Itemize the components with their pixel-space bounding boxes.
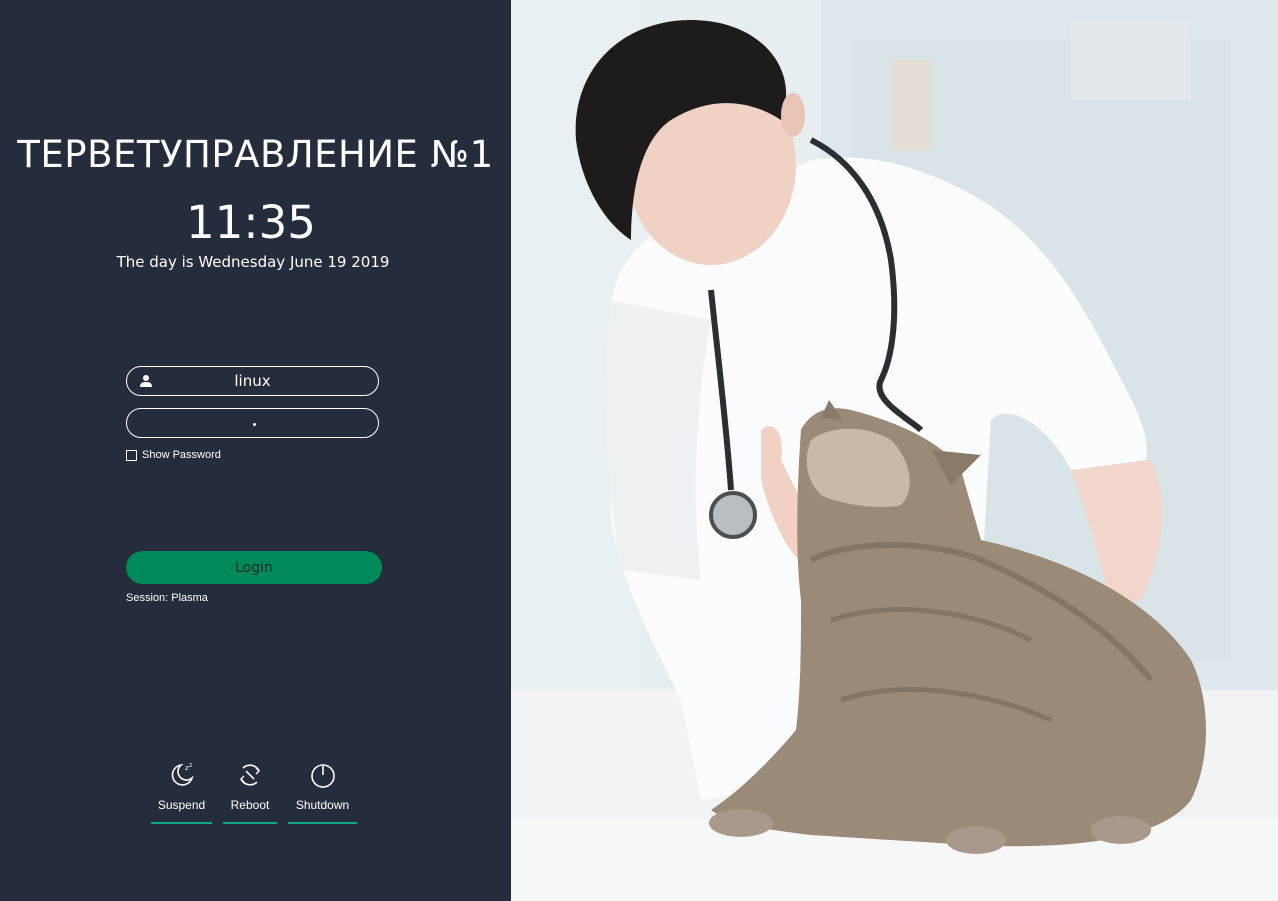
show-password-toggle[interactable]: Show Password (126, 449, 221, 461)
suspend-icon: z z (171, 762, 194, 786)
suspend-underline (151, 822, 212, 824)
show-password-label: Show Password (142, 449, 221, 461)
session-selector[interactable]: Session: Plasma (126, 592, 208, 604)
reboot-underline (223, 822, 277, 824)
svg-text:z: z (189, 762, 192, 769)
shutdown-label: Shutdown (295, 798, 350, 812)
shutdown-underline (288, 822, 357, 824)
organization-title: ТЕРВЕТУПРАВЛЕНИЕ №1 (17, 133, 494, 176)
password-input[interactable] (157, 409, 348, 437)
suspend-label: Suspend (157, 798, 206, 812)
background-photo (511, 0, 1278, 901)
date-line: The day is Wednesday June 19 2019 (116, 253, 390, 271)
password-field[interactable] (126, 408, 379, 438)
vet-with-cat-photo (511, 0, 1278, 901)
user-icon (140, 375, 152, 387)
reboot-label: Reboot (230, 798, 270, 812)
show-password-checkbox[interactable] (126, 449, 137, 461)
login-panel: ТЕРВЕТУПРАВЛЕНИЕ №1 11:35 The day is Wed… (0, 0, 511, 901)
clock-time: 11:35 (186, 196, 316, 249)
reboot-icon (240, 764, 260, 786)
shutdown-button[interactable]: Shutdown (288, 760, 357, 824)
suspend-button[interactable]: z z Suspend (151, 760, 212, 824)
power-icon (310, 764, 335, 788)
login-button[interactable]: Login (126, 551, 382, 584)
reboot-button[interactable]: Reboot (223, 760, 277, 824)
username-field[interactable] (126, 366, 379, 396)
username-input[interactable] (157, 367, 348, 395)
